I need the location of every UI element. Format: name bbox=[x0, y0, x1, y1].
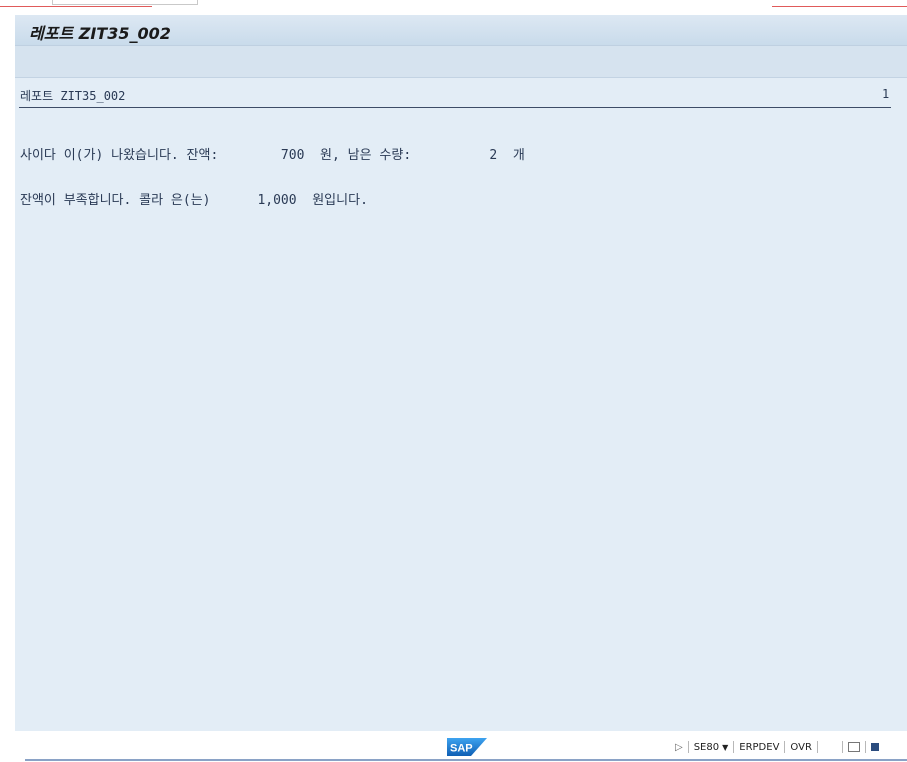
input-mode[interactable]: OVR bbox=[790, 742, 811, 753]
status-bar-bottom-line bbox=[25, 759, 907, 761]
status-separator bbox=[816, 741, 818, 753]
application-toolbar bbox=[15, 46, 907, 78]
sap-window: 레포트 ZIT35_002 레포트 ZIT35_002 1 사이다 이(가) 나… bbox=[15, 15, 907, 731]
sap-logo: SAP bbox=[447, 738, 487, 756]
monitor-icon[interactable] bbox=[847, 742, 860, 752]
status-separator bbox=[784, 741, 786, 753]
top-strip bbox=[0, 0, 907, 14]
top-divider-right bbox=[772, 6, 907, 7]
report-lines: 사이다 이(가) 나왔습니다. 잔액: 700 원, 남은 수량: 2 개 잔액… bbox=[20, 118, 525, 238]
sap-logo-text: SAP bbox=[450, 743, 473, 755]
status-separator bbox=[864, 741, 866, 753]
title-bar: 레포트 ZIT35_002 bbox=[15, 15, 907, 46]
transaction-code[interactable]: SE80 bbox=[694, 742, 719, 753]
report-line: 잔액이 부족합니다. 콜라 은(는) 1,000 원입니다. bbox=[20, 193, 368, 208]
window-title: 레포트 ZIT35_002 bbox=[29, 24, 171, 43]
page-number: 1 bbox=[882, 87, 890, 101]
play-triangle-icon[interactable]: ▷ bbox=[675, 742, 683, 753]
top-divider-left bbox=[0, 6, 152, 7]
status-separator bbox=[841, 741, 843, 753]
report-output: 레포트 ZIT35_002 1 사이다 이(가) 나왔습니다. 잔액: 700 … bbox=[15, 78, 907, 731]
layout-icon[interactable] bbox=[870, 743, 879, 751]
status-info: ▷ SE80 ▼ ERPDEV OVR bbox=[675, 739, 879, 755]
status-separator bbox=[733, 741, 735, 753]
report-header-title: 레포트 ZIT35_002 bbox=[20, 89, 126, 103]
top-tab[interactable] bbox=[52, 0, 198, 5]
status-bar: SAP ▷ SE80 ▼ ERPDEV OVR bbox=[15, 731, 907, 762]
system-name: ERPDEV bbox=[739, 741, 780, 753]
report-line: 사이다 이(가) 나왔습니다. 잔액: 700 원, 남은 수량: 2 개 bbox=[20, 148, 525, 163]
chevron-down-icon[interactable]: ▼ bbox=[722, 743, 728, 752]
header-divider bbox=[19, 107, 891, 108]
status-separator bbox=[687, 741, 689, 753]
